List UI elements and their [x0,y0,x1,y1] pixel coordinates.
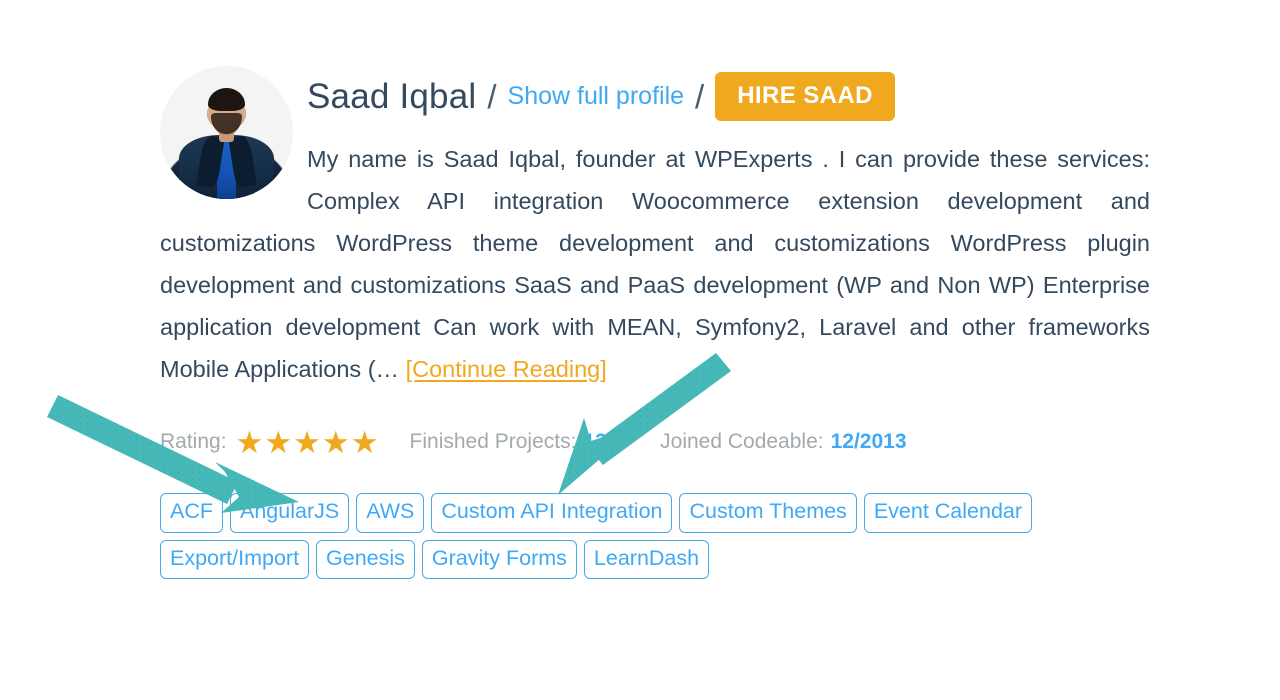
avatar-eye-left [217,105,222,108]
freelancer-profile-card: Saad Iqbal / Show full profile / HIRE SA… [160,60,1150,579]
profile-stats: Rating: ★★★★★ Finished Projects: 1359 Jo… [160,425,1150,460]
joined-value: 12/2013 [830,430,907,453]
skill-tag[interactable]: LearnDash [583,539,710,579]
avatar[interactable] [160,66,293,199]
skill-tag-list: ACF AngularJS AWS Custom API Integration Cus… [160,493,1110,579]
hire-button[interactable]: HIRE SAAD [715,71,895,121]
joined-group: Joined Codeable: 12/2013 [660,431,906,452]
continue-reading-link[interactable]: [Continue Reading] [406,356,607,382]
avatar-hair [207,87,246,111]
skill-tag[interactable]: AngularJS [230,493,350,533]
page-title: Saad Iqbal [307,76,477,116]
skill-tag[interactable]: AWS [356,493,425,533]
finished-projects-value: 1359 [583,430,631,453]
rating-label: Rating: [160,430,227,453]
skill-tag[interactable]: Export/Import [160,539,310,579]
skill-tag[interactable]: ACF [160,493,223,533]
skill-tag[interactable]: Custom Themes [679,493,857,533]
rating-stars: ★★★★★ [235,425,380,460]
separator-1: / [487,77,497,115]
profile-header: Saad Iqbal / Show full profile / HIRE SA… [307,60,1150,122]
finished-projects-label: Finished Projects: [409,430,577,453]
profile-bio: My name is Saad Iqbal, founder at WPExpe… [160,138,1150,390]
joined-label: Joined Codeable: [660,430,824,453]
avatar-photo [160,66,293,199]
skill-tag[interactable]: Event Calendar [863,493,1033,533]
bio-text: My name is Saad Iqbal, founder at WPExpe… [160,146,1150,382]
skill-tag[interactable]: Genesis [316,539,415,579]
skill-tag[interactable]: Custom API Integration [431,493,673,533]
finished-projects-group: Finished Projects: 1359 [410,431,631,452]
separator-2: / [695,77,705,115]
show-full-profile-link[interactable]: Show full profile [508,83,684,109]
rating-group: Rating: ★★★★★ [160,425,380,460]
skill-tag[interactable]: Gravity Forms [421,539,577,579]
